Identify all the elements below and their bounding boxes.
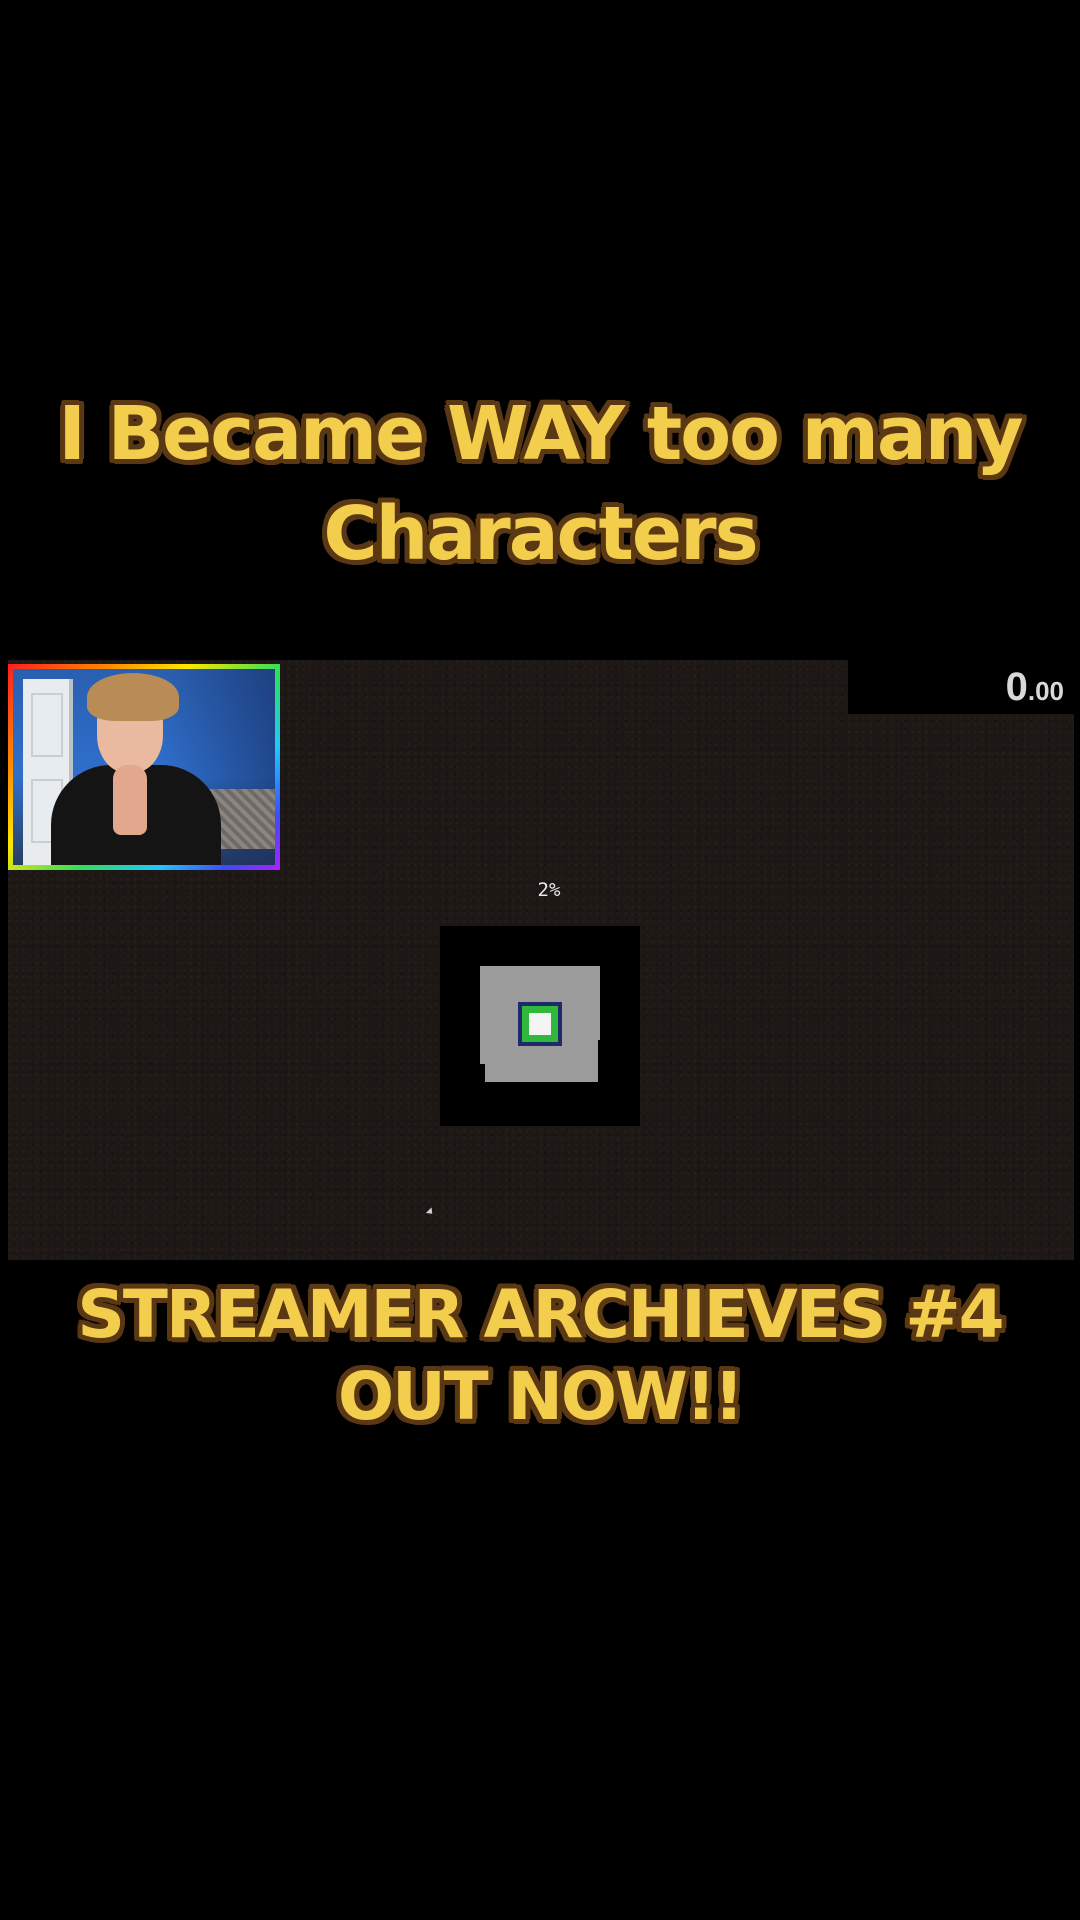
video-title-caption: I Became WAY too many Characters (0, 384, 1080, 584)
timer-fraction: .00 (1027, 676, 1064, 706)
promo-line-1: STREAMER ARCHIEVES #4 (77, 1276, 1004, 1353)
title-line-1: I Became WAY too many (58, 391, 1023, 477)
minimap (440, 926, 640, 1126)
mouse-cursor-icon (425, 1207, 436, 1217)
minimap-room-notch (480, 1064, 485, 1082)
speedrun-timer: 0.00 (848, 660, 1074, 714)
timer-readout: 0.00 (1006, 662, 1064, 721)
minimap-room (480, 966, 600, 1082)
progress-percent: 2% (537, 879, 561, 901)
webcam-streamer-hair (87, 673, 179, 721)
minimap-room-notch (598, 1040, 600, 1082)
title-line-2: Characters (323, 491, 758, 577)
player-marker-icon (518, 1002, 562, 1046)
timer-seconds: 0 (1005, 665, 1028, 709)
webcam-feed (13, 669, 275, 865)
player-marker-core (529, 1013, 551, 1035)
player-marker-ring (522, 1006, 558, 1042)
promo-line-2: OUT NOW!! (337, 1358, 744, 1435)
promo-caption: STREAMER ARCHIEVES #4 OUT NOW!! (0, 1274, 1080, 1438)
webcam-door-panel (31, 693, 63, 757)
webcam-streamer-hands (113, 765, 147, 835)
game-viewport: 0.00 2% (8, 660, 1074, 1260)
streamer-webcam-overlay (8, 664, 280, 870)
